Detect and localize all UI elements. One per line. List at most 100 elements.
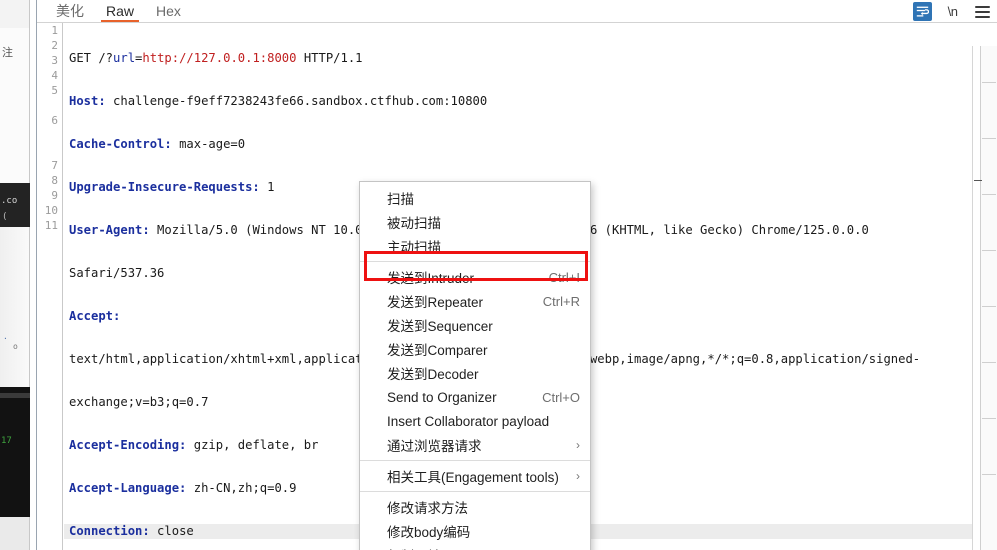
menu-item-label: 通过浏览器请求: [387, 439, 482, 454]
line-number: 4: [51, 69, 58, 82]
request-panel: 美化 Raw Hex \n 1 2 3 4 5 6 7 8 9 10 11 GE…: [36, 0, 997, 550]
menu-item-label: 被动扫描: [387, 216, 441, 231]
menu-separator: [360, 261, 590, 262]
menu-item-change-request-method[interactable]: 修改请求方法: [360, 495, 590, 519]
background-paren-text: (: [2, 212, 8, 222]
menu-item-engagement-tools[interactable]: 相关工具(Engagement tools) ›: [360, 464, 590, 488]
rail-tick: [982, 306, 996, 307]
header-name-connection: Connection:: [69, 524, 150, 538]
menu-item-label: 主动扫描: [387, 240, 441, 255]
background-terminal-divider: [0, 393, 30, 398]
header-name-upgrade-insecure-requests: Upgrade-Insecure-Requests:: [69, 180, 260, 194]
background-terminal-lower: [0, 387, 30, 517]
menu-item-send-to-repeater[interactable]: 发送到Repeater Ctrl+R: [360, 289, 590, 313]
menu-item-active-scan[interactable]: 主动扫描: [360, 234, 590, 258]
view-tabs: 美化 Raw Hex: [45, 0, 192, 23]
header-name-user-agent: User-Agent:: [69, 223, 150, 237]
show-newlines-label: \n: [947, 4, 958, 19]
line-number: 11: [44, 219, 58, 232]
header-name-host: Host:: [69, 94, 106, 108]
menu-item-label: 修改body编码: [387, 525, 471, 540]
menu-item-send-to-organizer[interactable]: Send to Organizer Ctrl+O: [360, 385, 590, 409]
menu-item-send-to-comparer[interactable]: 发送到Comparer: [360, 337, 590, 361]
line-number-gutter: 1 2 3 4 5 6 7 8 9 10 11: [37, 23, 63, 550]
header-value-upgrade-insecure-requests: 1: [259, 180, 275, 194]
line-number-wrap: [37, 128, 62, 143]
header-name-cache-control: Cache-Control:: [69, 137, 172, 151]
header-name-accept-encoding: Accept-Encoding:: [69, 438, 187, 452]
background-window-bottom: [0, 517, 30, 550]
submenu-chevron-right-icon: ›: [576, 469, 580, 483]
request-line-2: Host: challenge-f9eff7238243fe66.sandbox…: [69, 94, 972, 109]
line-number: 10: [44, 204, 58, 217]
menu-item-label: Insert Collaborator payload: [387, 413, 550, 429]
header-value-accept-cont: exchange;v=b3;q=0.7: [69, 395, 209, 409]
menu-item-send-to-intruder[interactable]: 发送到Intruder Ctrl+I: [360, 265, 590, 289]
header-value-connection: close: [149, 524, 194, 538]
menu-item-label: 发送到Repeater: [387, 295, 484, 310]
rail-tick: [982, 194, 996, 195]
http-method: GET /?: [69, 51, 114, 65]
header-value-user-agent-cont: Safari/537.36: [69, 266, 165, 280]
menu-item-send-to-decoder[interactable]: 发送到Decoder: [360, 361, 590, 385]
line-number: 7: [51, 159, 58, 172]
menu-item-request-in-browser[interactable]: 通过浏览器请求 ›: [360, 433, 590, 457]
rail-tick: [982, 418, 996, 419]
show-newlines-icon[interactable]: \n: [943, 2, 962, 21]
word-wrap-icon[interactable]: [913, 2, 932, 21]
menu-item-label: 相关工具(Engagement tools): [387, 470, 559, 485]
query-param-value: http://127.0.0.1:8000: [142, 51, 297, 65]
tab-hex[interactable]: Hex: [145, 0, 192, 22]
screen-root: 注 .co ( . o 17 美化 Raw Hex \n 1 2 3 4 5 6…: [0, 0, 997, 550]
toolbar-actions: \n: [913, 2, 992, 21]
menu-item-shortcut: Ctrl+O: [542, 389, 580, 405]
background-window-mid: [0, 227, 30, 387]
menu-item-label: 发送到Intruder: [387, 271, 475, 286]
header-value-cache-control: max-age=0: [171, 137, 246, 151]
menu-item-send-to-sequencer[interactable]: 发送到Sequencer: [360, 313, 590, 337]
rail-search-mark: [974, 180, 982, 181]
http-version: HTTP/1.1: [296, 51, 363, 65]
line-number-wrap: [37, 143, 62, 158]
context-menu[interactable]: 扫描 被动扫描 主动扫描 发送到Intruder Ctrl+I 发送到Repea…: [359, 181, 591, 550]
background-terminal-text: 17: [1, 436, 12, 446]
line-number: 8: [51, 174, 58, 187]
menu-item-scan[interactable]: 扫描: [360, 186, 590, 210]
rail-tick: [982, 362, 996, 363]
menu-item-label: Send to Organizer: [387, 389, 497, 405]
background-o-text: o: [13, 342, 18, 351]
line-number: 5: [51, 84, 58, 97]
line-number: 2: [51, 39, 58, 52]
submenu-chevron-right-icon: ›: [576, 438, 580, 452]
header-value-host: challenge-f9eff7238243fe66.sandbox.ctfhu…: [105, 94, 488, 108]
header-name-accept-language: Accept-Language:: [69, 481, 187, 495]
editor-scroll-rail[interactable]: [972, 46, 997, 550]
menu-item-change-body-encoding[interactable]: 修改body编码: [360, 519, 590, 543]
menu-item-copy-url[interactable]: 复制网址: [360, 543, 590, 550]
request-line-3: Cache-Control: max-age=0: [69, 137, 972, 152]
line-number-wrap: [37, 98, 62, 113]
query-param-name: url: [113, 51, 136, 65]
tab-pretty[interactable]: 美化: [45, 0, 95, 22]
header-value-accept-encoding: gzip, deflate, br: [186, 438, 319, 452]
menu-item-label: 发送到Comparer: [387, 343, 488, 358]
panel-toolbar: 美化 Raw Hex \n: [37, 0, 997, 23]
background-dot-text: .: [3, 332, 8, 341]
menu-hamburger-icon[interactable]: [973, 2, 992, 21]
rail-tick: [982, 138, 996, 139]
rail-tick: [982, 474, 996, 475]
line-number: 9: [51, 189, 58, 202]
rail-tick: [982, 250, 996, 251]
menu-item-shortcut: Ctrl+I: [548, 269, 580, 285]
menu-item-insert-collaborator-payload[interactable]: Insert Collaborator payload: [360, 409, 590, 433]
background-windows: 注 .co ( . o 17: [0, 0, 36, 550]
menu-item-passive-scan[interactable]: 被动扫描: [360, 210, 590, 234]
menu-item-shortcut: Ctrl+R: [542, 293, 580, 309]
background-cjk-text: 注: [2, 46, 13, 59]
tab-raw[interactable]: Raw: [95, 0, 145, 22]
line-number: 6: [51, 114, 58, 127]
line-number: 3: [51, 54, 58, 67]
rail-tick: [982, 82, 996, 83]
menu-item-label: 发送到Decoder: [387, 367, 479, 382]
menu-item-label: 发送到Sequencer: [387, 319, 493, 334]
